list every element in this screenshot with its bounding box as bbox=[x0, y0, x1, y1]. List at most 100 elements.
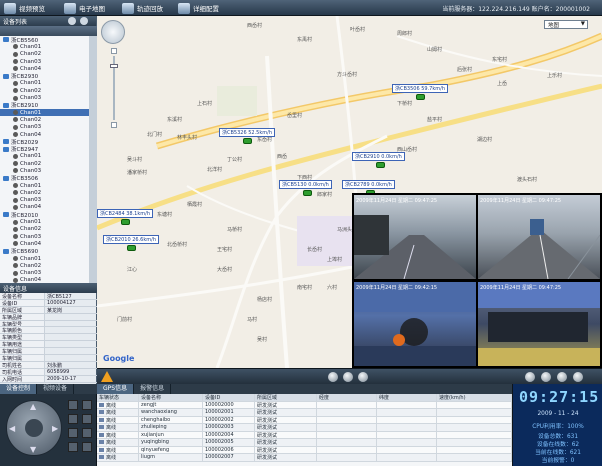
tree-item-vehicle[interactable]: 浙CB5690 bbox=[0, 248, 97, 255]
ptz-iris-close-button[interactable] bbox=[82, 428, 92, 438]
alarm-warning-icon[interactable] bbox=[101, 371, 113, 382]
vehicle-tag[interactable]: 浙CB5130 0.0km/h bbox=[279, 180, 332, 189]
tree-item-channel[interactable]: Chan03 bbox=[0, 233, 97, 240]
vehicle-tag[interactable]: 浙CB2484 38.1km/h bbox=[97, 209, 153, 218]
table-row[interactable]: 离线 xujianjun 100002004 研发测试 bbox=[97, 431, 512, 439]
vehicle-car-icon[interactable] bbox=[127, 245, 136, 251]
ptz-left-icon[interactable]: ◀ bbox=[9, 424, 15, 433]
column-header[interactable]: 经度 bbox=[317, 394, 377, 401]
video-cell-3[interactable]: 2009年11月24日 星期二 09:42:15 bbox=[354, 282, 476, 366]
tree-item-channel[interactable]: Chan01 bbox=[0, 153, 97, 160]
ptz-preset-button[interactable] bbox=[68, 442, 78, 452]
zoom-in-icon[interactable] bbox=[111, 48, 117, 54]
column-header[interactable]: 设备ID bbox=[203, 394, 255, 401]
gps-info-table[interactable]: 车辆状态 设备名称 设备ID 所属区域 经度 纬度 速度(km/h) 离线 zengjt 1000… bbox=[97, 394, 512, 466]
column-header[interactable]: 速度(km/h) bbox=[437, 394, 512, 401]
video-grid[interactable]: 2009年11月24日 星期二 09:47:25 2009年11月24日 星期二… bbox=[352, 193, 602, 368]
ptz-focus-far-button[interactable] bbox=[82, 414, 92, 424]
tree-item-vehicle[interactable]: 浙CB2010 bbox=[0, 211, 97, 219]
ptz-center-button[interactable] bbox=[25, 419, 43, 437]
tree-item-vehicle[interactable]: 浙CB3506 bbox=[0, 175, 97, 182]
video-tool-button[interactable] bbox=[525, 372, 535, 382]
map-pan-control[interactable] bbox=[101, 20, 125, 44]
video-tool-button[interactable] bbox=[557, 372, 567, 382]
vehicle-tag[interactable]: 浙CB2910 0.0km/h bbox=[352, 152, 405, 161]
tree-item-channel[interactable]: Chan01 bbox=[0, 80, 97, 87]
vehicle-tag[interactable]: 浙CB3506 59.7km/h bbox=[392, 84, 448, 93]
tree-item-channel[interactable]: Chan02 bbox=[0, 116, 97, 123]
ptz-focus-near-button[interactable] bbox=[68, 414, 78, 424]
tree-item-vehicle[interactable]: 浙CB2930 bbox=[0, 72, 97, 81]
table-row[interactable]: 离线 zengjt 100002000 研发测试 bbox=[97, 401, 512, 409]
video-cell-1[interactable]: 2009年11月24日 星期二 09:47:25 bbox=[354, 195, 476, 279]
tree-item-channel[interactable]: Chan03 bbox=[0, 197, 97, 204]
map-tool-button[interactable] bbox=[328, 372, 338, 382]
video-cell-4[interactable]: 2009年11月24日 星期二 09:47:25 bbox=[478, 282, 600, 366]
tree-item-channel[interactable]: Chan03 bbox=[0, 58, 97, 65]
zoom-slider-handle[interactable] bbox=[110, 64, 118, 68]
tree-item-channel[interactable]: Chan01 bbox=[0, 218, 97, 225]
tree-item-channel[interactable]: Chan01 bbox=[0, 43, 97, 50]
tree-item-channel[interactable]: Chan03 bbox=[0, 270, 97, 277]
table-row[interactable]: 离线 wanchaoxiang 100002001 研发测试 bbox=[97, 409, 512, 417]
nav-settings[interactable]: 详细配置 bbox=[178, 2, 219, 14]
ptz-right-icon[interactable]: ▶ bbox=[52, 424, 58, 433]
ptz-down-icon[interactable]: ▼ bbox=[30, 445, 36, 454]
vehicle-tag[interactable]: 浙CB2789 0.0km/h bbox=[342, 180, 395, 189]
map-tool-button[interactable] bbox=[358, 372, 368, 382]
table-row[interactable]: 离线 qinyuefeng 100002006 研发测试 bbox=[97, 446, 512, 454]
tree-item-vehicle[interactable]: 浙CB2947 bbox=[0, 145, 97, 153]
ptz-iris-open-button[interactable] bbox=[68, 428, 78, 438]
tab-alarm-info[interactable]: 报警信息 bbox=[134, 384, 172, 394]
vehicle-car-icon[interactable] bbox=[243, 138, 252, 144]
map-type-select[interactable]: 地图 ▼ bbox=[544, 20, 588, 29]
video-cell-2[interactable]: 2009年11月24日 星期二 09:47:25 bbox=[478, 195, 600, 279]
column-header[interactable]: 设备名称 bbox=[139, 394, 203, 401]
nav-track-playback[interactable]: 轨迹回放 bbox=[122, 2, 163, 14]
vehicle-car-icon[interactable] bbox=[121, 219, 130, 225]
table-row[interactable]: 离线 chenghaibo 100002002 研发测试 bbox=[97, 416, 512, 424]
tree-item-channel[interactable]: Chan02 bbox=[0, 87, 97, 94]
tree-item-channel[interactable]: Chan02 bbox=[0, 262, 97, 269]
ptz-light-button[interactable] bbox=[82, 442, 92, 452]
tree-item-vehicle[interactable]: 浙CB5560 bbox=[0, 36, 97, 44]
vehicle-car-icon[interactable] bbox=[303, 190, 312, 196]
video-tool-button[interactable] bbox=[573, 372, 583, 382]
vehicle-tag[interactable]: 浙CB2010 26.6km/h bbox=[103, 235, 159, 244]
ptz-zoom-out-button[interactable] bbox=[82, 400, 92, 410]
column-header[interactable]: 车辆状态 bbox=[97, 394, 139, 401]
nav-electronic-map[interactable]: 电子地图 bbox=[64, 2, 105, 14]
tree-item-channel[interactable]: Chan03 bbox=[0, 124, 97, 131]
column-header[interactable]: 纬度 bbox=[377, 394, 437, 401]
column-header[interactable]: 所属区域 bbox=[255, 394, 317, 401]
vehicle-tag[interactable]: 浙CB5326 52.5km/h bbox=[219, 128, 275, 137]
refresh-icon[interactable] bbox=[80, 17, 88, 25]
tree-item-channel[interactable]: Chan02 bbox=[0, 226, 97, 233]
tree-item-channel[interactable]: Chan02 bbox=[0, 189, 97, 196]
map-tool-button[interactable] bbox=[343, 372, 353, 382]
tree-item-channel[interactable]: Chan02 bbox=[0, 51, 97, 58]
table-row[interactable]: 离线 liugm 100002007 研发测试 bbox=[97, 454, 512, 462]
table-row[interactable]: 离线 zhulieping 100002003 研发测试 bbox=[97, 424, 512, 432]
table-row[interactable]: 离线 yuqingbing 100002005 研发测试 bbox=[97, 439, 512, 447]
search-icon[interactable] bbox=[68, 17, 76, 25]
tree-item-channel[interactable]: Chan01 bbox=[0, 255, 97, 262]
table-cell bbox=[437, 401, 512, 408]
tree-item-channel[interactable]: Chan01 bbox=[0, 182, 97, 189]
tree-item-label: 浙CB2930 bbox=[11, 74, 39, 81]
nav-video-preview[interactable]: 视频预览 bbox=[4, 2, 45, 14]
tab-device-control[interactable]: 设备控制 bbox=[0, 384, 38, 394]
tab-video-device[interactable]: 视频设备 bbox=[37, 384, 75, 394]
ptz-up-icon[interactable]: ▲ bbox=[30, 402, 36, 411]
vehicle-car-icon[interactable] bbox=[416, 94, 425, 100]
tree-item-channel[interactable]: Chan02 bbox=[0, 160, 97, 167]
device-tree[interactable]: 浙CB5560 Chan01 Chan02 Chan03 Chan04 浙CB2930 Ch… bbox=[0, 36, 97, 286]
ptz-zoom-in-button[interactable] bbox=[68, 400, 78, 410]
tree-scrollbar[interactable] bbox=[89, 36, 97, 286]
tree-item-channel[interactable]: Chan01 bbox=[0, 108, 97, 117]
tab-gps-info[interactable]: GPS信息 bbox=[97, 384, 135, 394]
tree-item-vehicle[interactable]: 浙CB2910 bbox=[0, 102, 97, 109]
video-tool-button[interactable] bbox=[541, 372, 551, 382]
zoom-out-icon[interactable] bbox=[111, 122, 117, 128]
vehicle-car-icon[interactable] bbox=[376, 162, 385, 168]
